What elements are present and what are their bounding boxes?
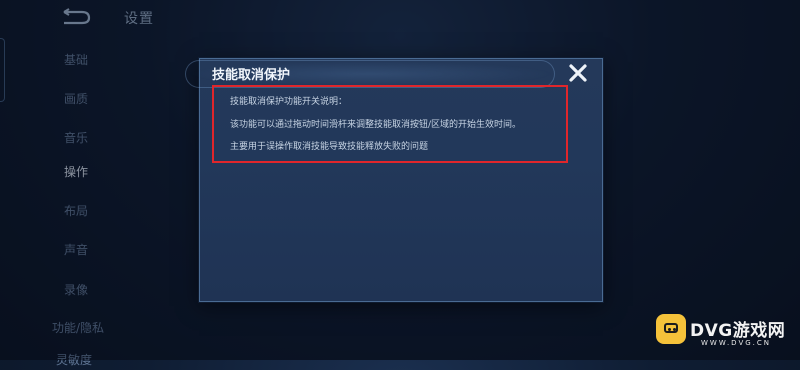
close-icon[interactable] xyxy=(568,63,588,83)
watermark-url: WWW.DVG.CN xyxy=(701,339,772,347)
watermark-text: DVG游戏网 xyxy=(690,321,786,341)
dialog-title: 技能取消保护 xyxy=(212,68,291,83)
watermark-logo-icon xyxy=(656,314,686,344)
description-heading: 技能取消保护功能开关说明： xyxy=(230,97,348,107)
description-line: 主要用于误操作取消技能导致技能释放失败的问题 xyxy=(230,142,429,152)
description-line: 该功能可以通过拖动时间滑杆来调整技能取消按钮/区域的开始生效时间。 xyxy=(230,120,522,130)
